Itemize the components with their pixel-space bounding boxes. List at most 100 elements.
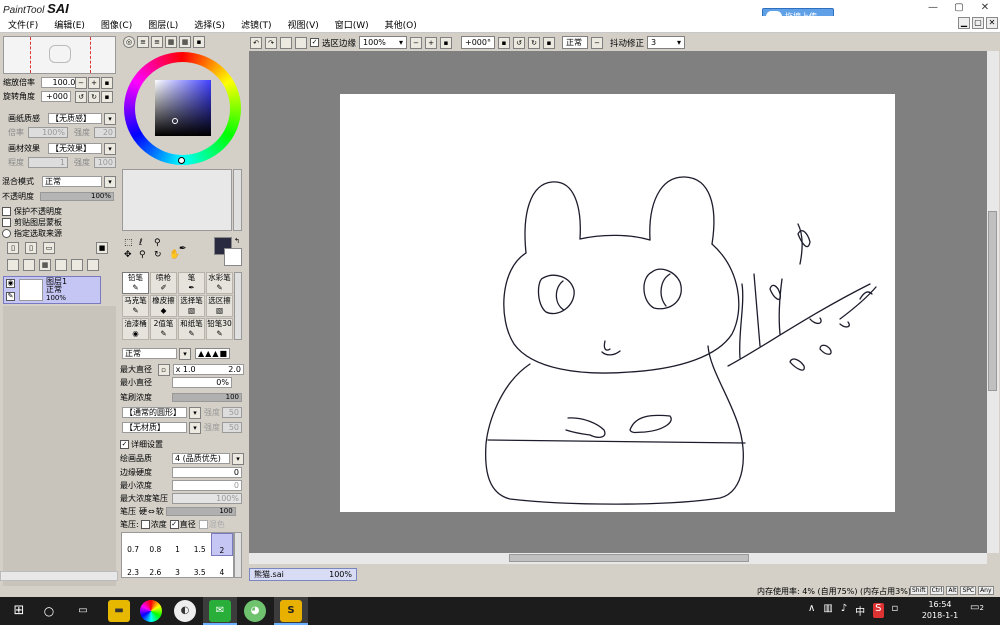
scratchpad-scrollbar[interactable] (233, 169, 242, 231)
min-size-field[interactable]: 0% (172, 377, 232, 388)
brush-washi[interactable]: 和纸笔 ✎ (178, 318, 205, 340)
delete-layer-icon[interactable] (87, 259, 99, 271)
mdi-minimize-button[interactable]: ▁ (958, 17, 970, 29)
nav-zoom-out[interactable]: − (75, 77, 87, 89)
tray-app-icon[interactable]: S (873, 603, 884, 618)
mask-icon[interactable] (55, 259, 67, 271)
lasso-icon[interactable]: ℓ (139, 238, 152, 248)
protect-opacity-checkbox[interactable] (2, 207, 11, 216)
green-app-icon[interactable]: ◕ (244, 600, 266, 622)
cortana-icon[interactable]: ○ (38, 600, 60, 622)
notification-icon[interactable]: ▭2 (970, 602, 984, 613)
canvas-vscroll-thumb[interactable] (988, 211, 997, 391)
rotate-left-button[interactable]: ▪ (498, 36, 511, 49)
zoom-out-button[interactable]: − (410, 36, 423, 49)
brush-shape-4-icon[interactable]: ■ (219, 349, 227, 358)
eye-icon[interactable]: ◉ (6, 279, 15, 288)
media-player-icon[interactable]: ◐ (174, 600, 196, 622)
brush-pencil[interactable]: 铅笔 ✎ (122, 272, 149, 294)
menu-window[interactable]: 窗口(W) (327, 18, 377, 31)
wechat-taskbar-item[interactable]: ✉ (203, 597, 237, 625)
file-explorer-icon[interactable]: ▬ (108, 600, 130, 622)
canvas-hscroll[interactable] (249, 553, 987, 564)
density-slider[interactable]: 100 (172, 393, 242, 402)
pressure-slider[interactable]: 100 (165, 507, 236, 516)
brush-shape-1-icon[interactable]: ▲ (198, 349, 204, 358)
brush-pen[interactable]: 笔 ✒ (178, 272, 205, 294)
min-density-field[interactable]: 0 (172, 480, 242, 491)
swatch-tab[interactable]: ▦ (179, 36, 191, 48)
menu-view[interactable]: 视图(V) (280, 18, 327, 31)
selection-edge-checkbox[interactable]: ✓ (310, 38, 319, 47)
stabilizer-select[interactable]: 3 ▾ (647, 36, 686, 49)
material-effect-select[interactable]: 【无效果】 (48, 143, 102, 154)
palette-tab[interactable]: ▦ (165, 36, 177, 48)
tray-up-arrow-icon[interactable]: ∧ (808, 603, 815, 618)
tray-volume-icon[interactable]: ♪ (841, 603, 847, 618)
new-linework-layer-icon[interactable]: ▯ (25, 242, 37, 254)
zoom-icon[interactable]: ⚲ (139, 250, 152, 260)
flip-button[interactable]: ▪ (543, 36, 556, 49)
nav-zoom-reset[interactable]: ▪ (101, 77, 113, 89)
size-preset[interactable]: 2.3 (122, 556, 144, 577)
hsv-slider-tab[interactable]: ≡ (151, 36, 163, 48)
select-source-radio[interactable] (2, 229, 11, 238)
brush-marker[interactable]: 马克笔 ✎ (122, 295, 149, 317)
brush-mode-dropdown[interactable]: ▾ (179, 347, 191, 360)
brush-mode-select[interactable]: 正常 (122, 348, 177, 359)
clip-group-checkbox[interactable] (2, 218, 11, 227)
transfer-down-icon[interactable] (7, 259, 19, 271)
brush-icon[interactable]: ✎ (6, 292, 15, 301)
rotate-icon[interactable]: ↻ (154, 250, 167, 260)
brush-binary-pen[interactable]: 2值笔 ✎ (150, 318, 177, 340)
paper-rate-field[interactable]: 100% (28, 127, 68, 138)
details-checkbox[interactable]: ✓ (120, 440, 129, 449)
task-view-icon[interactable]: ▭ (72, 600, 94, 622)
menu-edit[interactable]: 编辑(E) (46, 18, 93, 31)
windows-start-icon[interactable]: ⊞ (8, 600, 30, 622)
pressure-blend-checkbox[interactable] (198, 520, 208, 529)
magic-wand-icon[interactable]: ⚲ (154, 238, 167, 248)
mdi-close-button[interactable]: ✕ (986, 17, 998, 29)
size-preset[interactable]: 0.7 (122, 533, 144, 556)
close-button[interactable]: ✕ (972, 0, 998, 16)
swap-colors-icon[interactable]: ↰ (234, 237, 240, 245)
brush-airbrush[interactable]: 喷枪 ✐ (150, 272, 177, 294)
tray-extra-icon[interactable]: ▫ (892, 603, 899, 618)
nav-rotate-ccw[interactable]: ↺ (75, 91, 87, 103)
quality-dropdown[interactable]: ▾ (232, 452, 244, 465)
paper-strength-field[interactable]: 20 (94, 127, 116, 138)
material-strength-field[interactable]: 100 (94, 157, 116, 168)
move-icon[interactable]: ✥ (124, 250, 137, 260)
size-preset[interactable]: 3 (166, 556, 188, 577)
quality-select[interactable]: 4 (品质优先) (172, 453, 230, 464)
size-lock-icon[interactable]: ▫ (157, 363, 170, 376)
scratchpad[interactable] (122, 169, 232, 231)
rotation-select[interactable]: +000° (461, 36, 496, 49)
merge-down-icon[interactable] (23, 259, 35, 271)
nav-rotate-field[interactable]: +000 (41, 91, 71, 102)
pressure-density-checkbox[interactable] (140, 520, 150, 529)
brush-select-pen[interactable]: 选择笔 ▧ (178, 295, 205, 317)
nav-zoom-in[interactable]: + (88, 77, 100, 89)
paper-texture-dropdown[interactable]: ▾ (104, 112, 116, 125)
size-preset[interactable]: 2.6 (144, 556, 166, 577)
sai-taskbar-item[interactable]: S (274, 597, 308, 625)
zoom-select[interactable]: 100% ▾ (359, 36, 408, 49)
menu-other[interactable]: 其他(O) (377, 18, 425, 31)
new-folder-icon[interactable]: ▭ (43, 242, 55, 254)
size-preset[interactable]: 1.5 (189, 533, 211, 556)
browser-icon[interactable] (140, 600, 162, 622)
rotate-reset-button[interactable]: ↻ (528, 36, 541, 49)
layer-blend-dropdown[interactable]: ▾ (104, 175, 116, 188)
brush-eraser[interactable]: 橡皮擦 ◆ (150, 295, 177, 317)
menu-select[interactable]: 选择(S) (186, 18, 233, 31)
rect-select-icon[interactable]: ⬚ (124, 238, 137, 248)
layer-blend-select[interactable]: 正常 (42, 176, 102, 187)
max-density-pressure-field[interactable]: 100% (172, 493, 242, 504)
brush-grid-scrollbar[interactable] (234, 272, 242, 340)
menu-file[interactable]: 文件(F) (0, 18, 46, 31)
scratchpad-tab[interactable]: ▪ (193, 36, 205, 48)
blend-mode-dropdown[interactable]: − (591, 36, 604, 49)
deselect-button[interactable] (280, 36, 292, 49)
